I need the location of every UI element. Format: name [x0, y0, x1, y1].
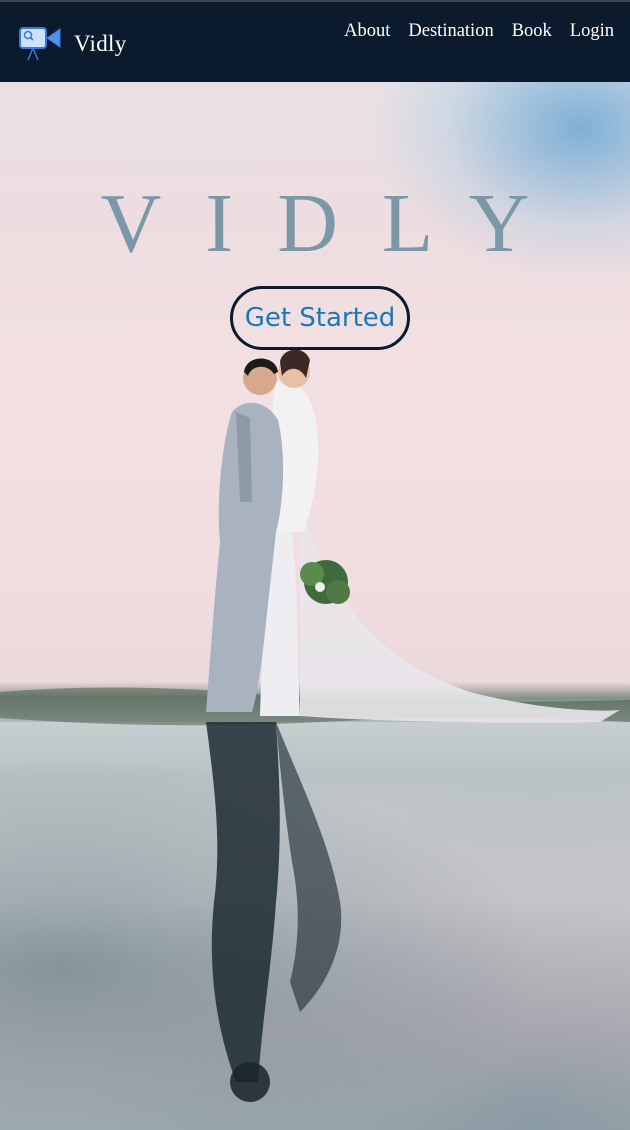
- hero-title: VIDLY: [100, 177, 574, 270]
- nav-links: About Destination Book Login: [344, 21, 614, 42]
- navbar: Vidly About Destination Book Login: [0, 0, 630, 82]
- nav-link-about[interactable]: About: [344, 21, 390, 42]
- nav-link-book[interactable]: Book: [512, 21, 552, 42]
- get-started-button[interactable]: Get Started: [230, 286, 410, 350]
- video-camera-icon: [19, 27, 61, 61]
- nav-link-destination[interactable]: Destination: [408, 21, 493, 42]
- brand-name: Vidly: [74, 31, 127, 56]
- brand[interactable]: Vidly: [18, 24, 127, 64]
- nav-link-login[interactable]: Login: [570, 21, 614, 42]
- hero-section: VIDLY Get Started: [0, 82, 630, 1130]
